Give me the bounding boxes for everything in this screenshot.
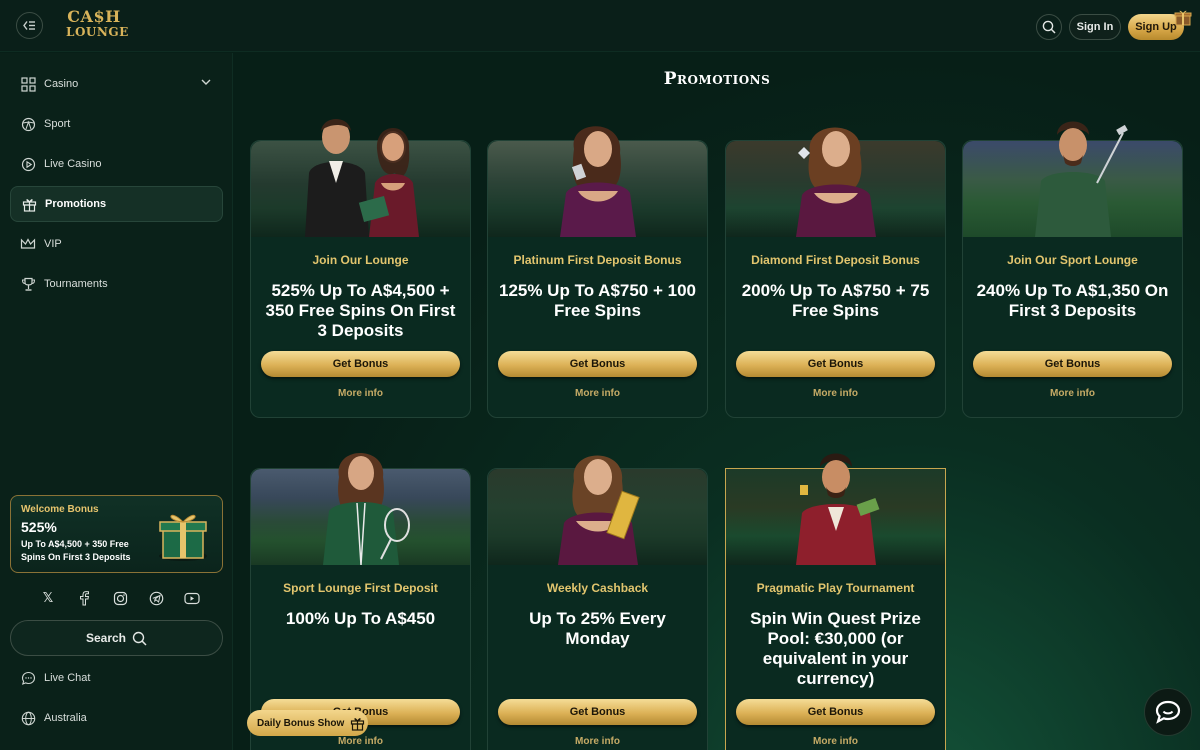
sign-in-button[interactable]: Sign In (1069, 14, 1121, 40)
promo-headline: 200% Up To A$750 + 75 Free Spins (741, 281, 930, 320)
search-icon (132, 631, 147, 646)
promo-subtitle: Sport Lounge First Deposit (283, 581, 438, 595)
search-label: Search (85, 631, 127, 645)
more-info-link[interactable]: More info (726, 736, 945, 747)
promo-image (726, 113, 945, 237)
gift-icon (1174, 10, 1192, 26)
promo-card[interactable]: Diamond First Deposit Bonus 200% Up To A… (725, 127, 946, 418)
facebook-icon[interactable] (76, 590, 92, 606)
live-chat-label: Live Chat (44, 672, 91, 684)
promo-card[interactable]: Weekly Cashback Up To 25% Every Monday G… (487, 455, 708, 750)
promo-headline: 100% Up To A$450 (285, 609, 436, 628)
page-title: Promotions (663, 69, 771, 89)
promo-image (251, 441, 470, 565)
crown-icon (20, 236, 36, 252)
daily-bonus-show-button[interactable]: Daily Bonus Show (247, 710, 368, 736)
ball-icon (20, 116, 36, 132)
promo-subtitle: Join Our Lounge (312, 253, 409, 267)
welcome-bonus-description: Up To A$4,500 + 350 Free Spins On First … (21, 539, 131, 562)
telegram-icon[interactable] (148, 590, 164, 606)
gift-box-icon (159, 514, 207, 561)
promo-card-featured[interactable]: Pragmatic Play Tournament Spin Win Quest… (725, 453, 946, 750)
language-label: Australia (44, 712, 87, 724)
sidebar-item-label: Live Casino (44, 158, 102, 170)
logo-line-2: LOUNGE (66, 25, 129, 39)
more-info-link[interactable]: More info (488, 388, 707, 399)
sidebar-item-sport[interactable]: Sport (10, 106, 223, 142)
collapse-sidebar-icon (23, 21, 35, 30)
sidebar-item-label: Promotions (45, 198, 107, 210)
more-info-link[interactable]: More info (251, 388, 470, 399)
globe-icon (20, 710, 36, 726)
sidebar-item-label: Sport (44, 118, 71, 130)
chevron-down-icon[interactable] (201, 78, 211, 86)
header-search-button[interactable] (1036, 14, 1062, 40)
promo-headline: Spin Win Quest Prize Pool: €30,000 (or e… (750, 609, 921, 688)
promo-subtitle: Diamond First Deposit Bonus (751, 253, 920, 267)
sidebar-item-label: Casino (44, 78, 79, 90)
sidebar-item-promotions[interactable]: Promotions (10, 186, 223, 222)
sidebar-item-vip[interactable]: VIP (10, 226, 223, 262)
sidebar-item-label: Tournaments (44, 278, 108, 290)
promo-subtitle: Pragmatic Play Tournament (756, 581, 915, 595)
promo-image (963, 113, 1182, 237)
promo-subtitle: Platinum First Deposit Bonus (513, 253, 682, 267)
promo-image (488, 113, 707, 237)
gift-icon (21, 196, 37, 212)
welcome-bonus-card[interactable]: Welcome Bonus 525% Up To A$4,500 + 350 F… (10, 495, 223, 573)
live-chat-link[interactable]: Live Chat (10, 660, 223, 696)
instagram-icon[interactable] (112, 590, 128, 606)
main-content: Promotions Join Our Lounge 525% Up To A$… (234, 53, 1200, 750)
chat-bubble-icon (1155, 700, 1181, 724)
sidebar-item-casino[interactable]: Casino (10, 66, 223, 102)
sidebar-item-label: VIP (44, 238, 62, 250)
promo-card[interactable]: Sport Lounge First Deposit 100% Up To A$… (250, 453, 471, 750)
sidebar: Casino Sport Live Casino Promotions VIP … (0, 53, 233, 750)
gift-icon (351, 717, 365, 731)
social-links: 𝕏 (40, 588, 200, 608)
promo-subtitle: Join Our Sport Lounge (1007, 253, 1138, 267)
promo-headline: 525% Up To A$4,500 + 350 Free Spins On F… (265, 281, 456, 340)
sidebar-search-button[interactable]: Search (10, 620, 223, 656)
more-info-link[interactable]: More info (963, 388, 1182, 399)
more-info-link[interactable]: More info (726, 388, 945, 399)
daily-bonus-label: Daily Bonus Show (257, 717, 345, 729)
get-bonus-button[interactable]: Get Bonus (736, 351, 935, 377)
promo-image (488, 441, 707, 565)
sidebar-item-live-casino[interactable]: Live Casino (10, 146, 223, 182)
sidebar-item-tournaments[interactable]: Tournaments (10, 266, 223, 302)
live-chat-button[interactable] (1144, 688, 1192, 736)
top-header: CA$H LOUNGE Sign In Sign Up (0, 0, 1200, 52)
promo-subtitle: Weekly Cashback (546, 581, 649, 595)
search-icon (1042, 20, 1056, 34)
promo-image (726, 441, 945, 565)
logo-line-1: CA$H (67, 7, 121, 26)
collapse-menu-button[interactable] (16, 12, 43, 39)
get-bonus-button[interactable]: Get Bonus (498, 699, 697, 725)
play-icon (20, 156, 36, 172)
more-info-link[interactable]: More info (251, 736, 470, 747)
promo-image (251, 113, 470, 237)
get-bonus-button[interactable]: Get Bonus (498, 351, 697, 377)
more-info-link[interactable]: More info (488, 736, 707, 747)
promo-headline: 125% Up To A$750 + 100 Free Spins (498, 281, 697, 320)
trophy-icon (20, 276, 36, 292)
promo-headline: Up To 25% Every Monday (529, 609, 666, 648)
x-twitter-icon[interactable]: 𝕏 (40, 590, 56, 606)
promo-headline: 240% Up To A$1,350 On First 3 Deposits (976, 281, 1169, 320)
get-bonus-button[interactable]: Get Bonus (261, 351, 460, 377)
get-bonus-button[interactable]: Get Bonus (736, 699, 935, 725)
promo-card[interactable]: Platinum First Deposit Bonus 125% Up To … (487, 126, 708, 418)
promo-card[interactable]: Join Our Lounge 525% Up To A$4,500 + 350… (250, 119, 471, 418)
casino-grid-icon (20, 76, 36, 92)
youtube-icon[interactable] (184, 590, 200, 606)
chat-icon (20, 670, 36, 686)
language-selector[interactable]: Australia (10, 700, 223, 736)
promo-card[interactable]: Join Our Sport Lounge 240% Up To A$1,350… (962, 121, 1183, 418)
get-bonus-button[interactable]: Get Bonus (973, 351, 1172, 377)
brand-logo[interactable]: CA$H LOUNGE (66, 7, 129, 39)
